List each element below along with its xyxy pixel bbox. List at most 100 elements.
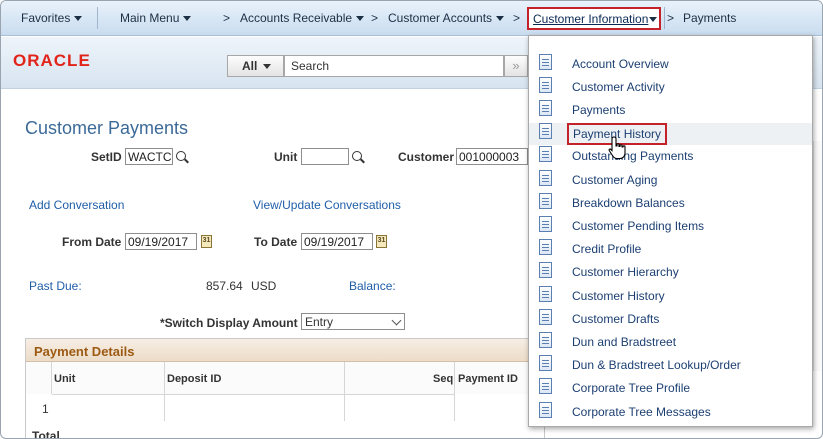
switch-display-amount-label: *Switch Display Amount <box>160 316 298 330</box>
favorites-menu[interactable]: Favorites <box>21 11 83 25</box>
grid-header-cell <box>26 362 52 394</box>
favorites-caret-icon <box>74 16 83 22</box>
menu-item-breakdown-balances[interactable]: Breakdown Balances <box>529 193 812 215</box>
search-scope-dropdown[interactable]: All <box>227 55 284 77</box>
menu-item-label: Customer Activity <box>572 80 665 94</box>
menu-item-customer-pending-items[interactable]: Customer Pending Items <box>529 216 812 238</box>
unit-lookup-icon[interactable] <box>352 151 365 164</box>
nav-divider <box>664 7 665 29</box>
past-due-amount: 857.64 <box>206 279 243 293</box>
setid-field[interactable]: WACTC <box>125 148 173 165</box>
nav-divider <box>97 7 98 29</box>
accounts-receivable-caret-icon <box>356 16 365 22</box>
from-date-field[interactable]: 09/19/2017 <box>125 233 197 250</box>
to-date-label: To Date <box>254 235 298 249</box>
menu-item-label: Customer Pending Items <box>572 219 705 233</box>
menu-item-label: Breakdown Balances <box>572 196 685 210</box>
document-icon <box>539 123 552 139</box>
page-title: Customer Payments <box>25 118 189 138</box>
menu-item-label: Customer History <box>572 289 665 303</box>
customer-accounts-label: Customer Accounts <box>388 11 493 25</box>
from-date-label: From Date <box>62 235 122 249</box>
column-header-payment-id[interactable]: Payment ID <box>458 373 518 385</box>
breadcrumb-customer-accounts[interactable]: Customer Accounts <box>388 11 505 25</box>
view-update-conversations-link[interactable]: View/Update Conversations <box>253 198 401 212</box>
add-conversation-link[interactable]: Add Conversation <box>29 198 124 212</box>
menu-item-label: Account Overview <box>572 57 669 71</box>
unit-label: Unit <box>274 150 298 164</box>
setid-lookup-icon[interactable] <box>176 151 189 164</box>
document-icon <box>539 193 552 209</box>
document-icon <box>539 355 552 371</box>
table-cell <box>165 394 345 421</box>
customer-information-label: Customer Information <box>533 12 649 26</box>
menu-item-customer-history[interactable]: Customer History <box>529 286 812 308</box>
menu-item-label: Customer Hierarchy <box>572 265 679 279</box>
breadcrumb-separator: > <box>223 11 231 25</box>
main-menu[interactable]: Main Menu <box>120 11 192 25</box>
chevron-down-icon <box>391 315 402 326</box>
menu-item-payments[interactable]: Payments <box>529 100 812 122</box>
payment-details-title: Payment Details <box>34 344 135 359</box>
breadcrumb-payments[interactable]: Payments <box>683 11 736 25</box>
past-due-link[interactable]: Past Due: <box>29 279 82 293</box>
customer-information-caret-icon <box>649 17 657 22</box>
switch-display-amount-value: Entry <box>305 315 334 329</box>
column-header-unit[interactable]: Unit <box>54 373 75 385</box>
to-date-calendar-icon[interactable]: 31 <box>376 235 387 248</box>
customer-accounts-caret-icon <box>496 16 505 22</box>
row-number: 1 <box>42 402 49 416</box>
breadcrumb-customer-information[interactable]: Customer Information <box>527 7 661 30</box>
document-icon <box>539 216 552 232</box>
breadcrumb-separator: > <box>371 11 379 25</box>
menu-item-dun-and-bradstreet[interactable]: Dun and Bradstreet <box>529 332 812 354</box>
unit-field[interactable] <box>301 148 349 165</box>
document-icon <box>539 170 552 186</box>
menu-item-customer-aging[interactable]: Customer Aging <box>529 170 812 192</box>
menu-item-corporate-tree-messages[interactable]: Corporate Tree Messages <box>529 402 812 424</box>
setid-label: SetID <box>91 150 122 164</box>
menu-item-customer-activity[interactable]: Customer Activity <box>529 77 812 99</box>
from-date-calendar-icon[interactable]: 31 <box>201 235 212 248</box>
menu-item-label: Customer Aging <box>572 173 658 187</box>
page-scrollbar[interactable] <box>813 141 822 371</box>
favorites-label: Favorites <box>21 11 71 25</box>
table-cell <box>345 394 455 421</box>
column-header-deposit-id[interactable]: Deposit ID <box>167 373 221 385</box>
balance-link[interactable]: Balance: <box>349 279 396 293</box>
menu-item-account-overview[interactable]: Account Overview <box>529 54 812 76</box>
document-icon <box>539 77 552 93</box>
search-scope-caret-icon <box>263 64 272 70</box>
menu-item-label: Customer Drafts <box>572 312 660 326</box>
grid-header-band: Payment Details <box>26 339 544 362</box>
document-icon <box>539 146 552 162</box>
main-menu-label: Main Menu <box>120 11 180 25</box>
menu-item-customer-drafts[interactable]: Customer Drafts <box>529 309 812 331</box>
table-cell <box>52 394 165 421</box>
customer-field[interactable]: 001000003 <box>456 148 528 165</box>
menu-item-outstanding-payments[interactable]: Outstanding Payments <box>529 146 812 168</box>
column-header-seq[interactable]: Seq <box>433 373 453 385</box>
menu-item-payment-history[interactable]: Payment History <box>529 123 812 145</box>
switch-display-amount-select[interactable]: Entry <box>301 313 405 330</box>
to-date-field[interactable]: 09/19/2017 <box>301 233 373 250</box>
accounts-receivable-label: Accounts Receivable <box>240 11 353 25</box>
totals-label: Total <box>32 429 60 439</box>
hand-pointer-icon <box>608 136 626 160</box>
currency-code: USD <box>251 279 277 293</box>
breadcrumb-accounts-receivable[interactable]: Accounts Receivable <box>240 11 365 25</box>
breadcrumb-separator: > <box>513 11 521 25</box>
menu-item-label: Corporate Tree Profile <box>572 381 691 395</box>
customer-information-menu: Account Overview Customer Activity Payme… <box>528 35 813 427</box>
menu-item-credit-profile[interactable]: Credit Profile <box>529 239 812 261</box>
document-icon <box>539 54 552 70</box>
menu-item-label: Dun and Bradstreet <box>572 335 677 349</box>
menu-item-dnb-lookup-order[interactable]: Dun & Bradstreet Lookup/Order <box>529 355 812 377</box>
menu-item-customer-hierarchy[interactable]: Customer Hierarchy <box>529 262 812 284</box>
menu-item-label: Dun & Bradstreet Lookup/Order <box>572 358 741 372</box>
document-icon <box>539 100 552 116</box>
menu-item-corporate-tree-profile[interactable]: Corporate Tree Profile <box>529 378 812 400</box>
document-icon <box>539 262 552 278</box>
search-input[interactable] <box>284 55 504 77</box>
search-go-button[interactable]: » <box>504 55 528 77</box>
